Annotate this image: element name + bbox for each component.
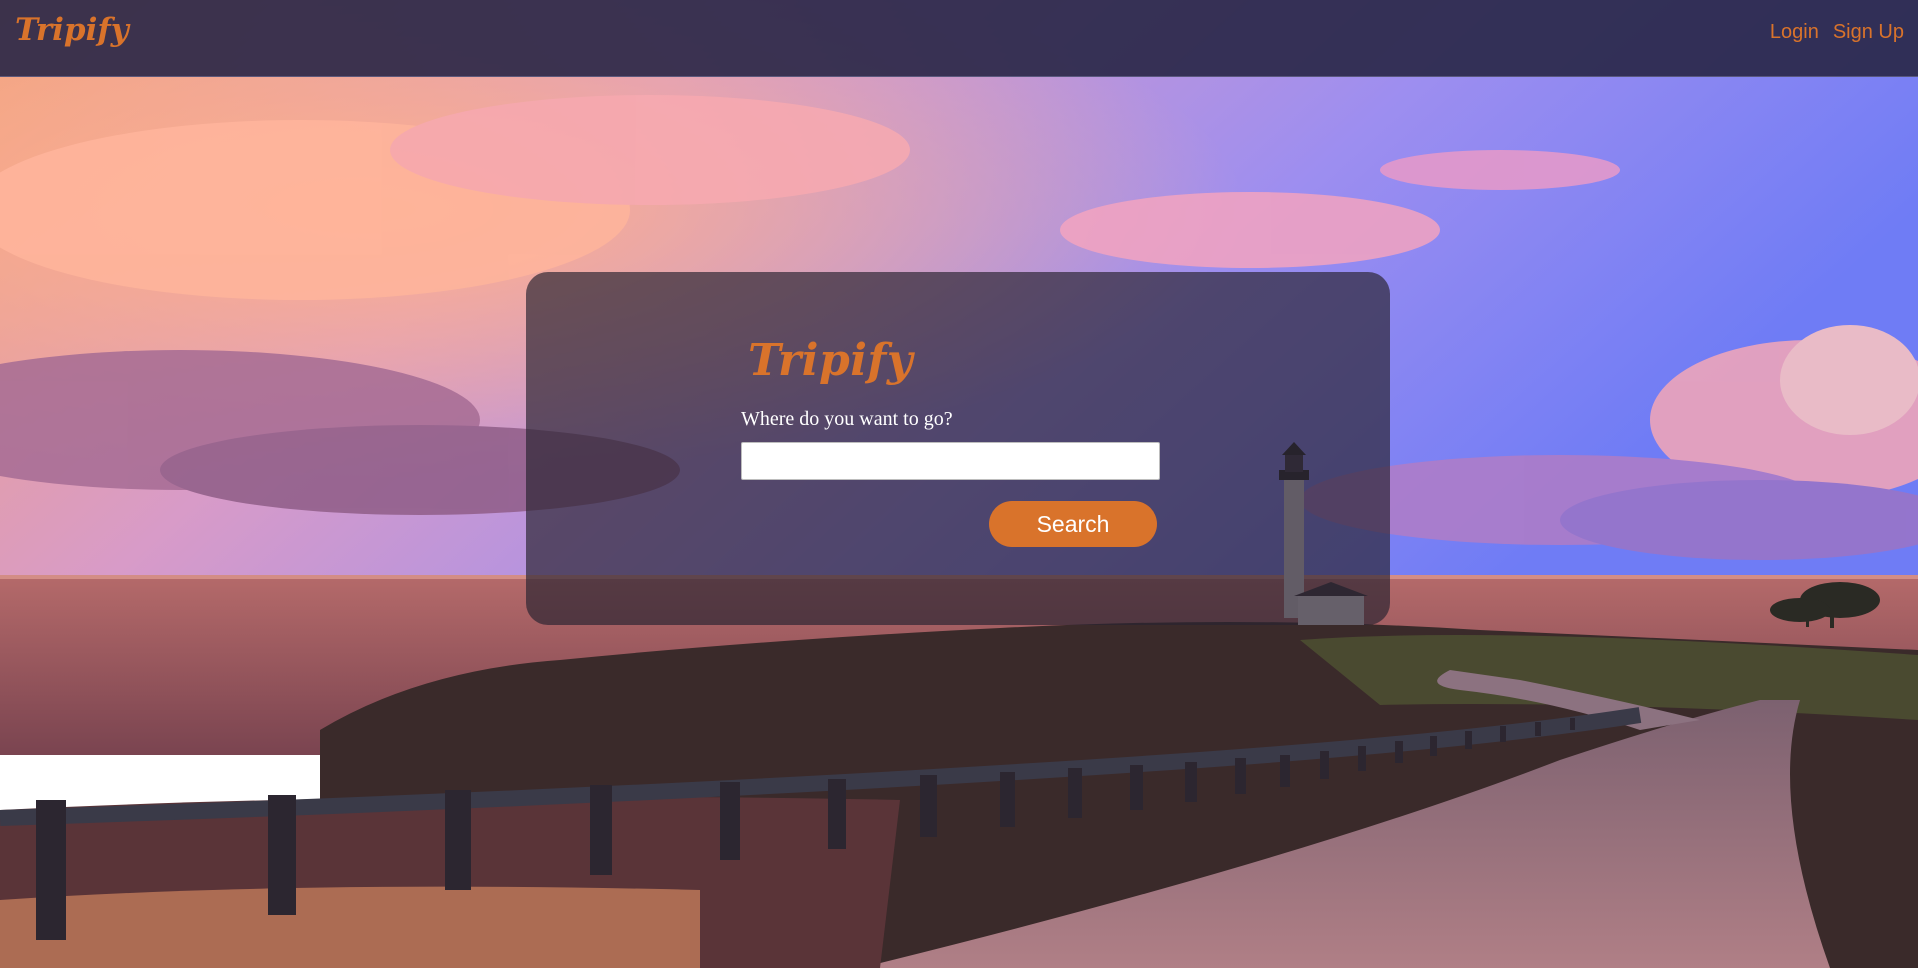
search-button[interactable]: Search: [989, 501, 1157, 547]
destination-input[interactable]: [741, 442, 1160, 480]
brand-logo-link[interactable]: Tripify: [15, 12, 129, 48]
signup-link[interactable]: Sign Up: [1833, 21, 1904, 44]
top-navbar: Tripify Login Sign Up: [0, 0, 1918, 77]
search-card: Tripify Where do you want to go? Search: [526, 272, 1390, 625]
card-brand-title: Tripify: [748, 335, 913, 386]
auth-links: Login Sign Up: [1770, 21, 1904, 44]
destination-prompt-label: Where do you want to go?: [741, 408, 953, 430]
login-link[interactable]: Login: [1770, 21, 1819, 44]
